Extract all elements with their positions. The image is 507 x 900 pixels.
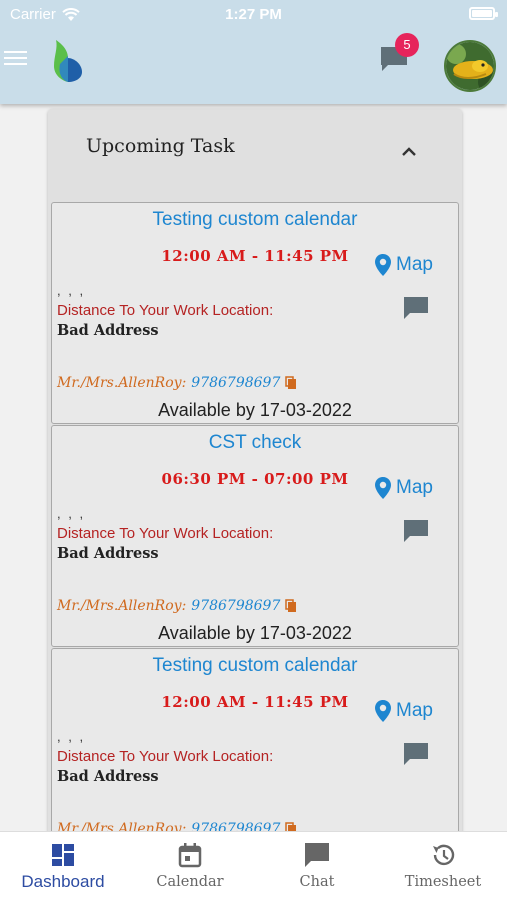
location-pin-icon [375, 700, 391, 722]
task-card[interactable]: Testing custom calendar 12:00 AM - 11:45 … [51, 202, 459, 424]
task-title: Testing custom calendar [152, 655, 358, 676]
menu-button[interactable] [4, 46, 28, 70]
chat-bubble-icon[interactable] [402, 295, 430, 321]
task-card[interactable]: CST check 06:30 PM - 07:00 PM Map, , , Dist… [51, 425, 459, 647]
work-address: Bad Address [57, 545, 159, 562]
nav-chat-label: Chat [299, 874, 335, 890]
contact-info: Mr./Mrs.AllenRoy: 9786798697 [57, 375, 297, 391]
map-link[interactable]: Map [374, 699, 433, 723]
availability-date: Available by 17-03-2022 [158, 623, 352, 643]
distance-label: Distance To Your Work Location: [57, 748, 274, 765]
task-title: Testing custom calendar [152, 209, 358, 230]
chevron-up-icon[interactable] [398, 141, 420, 163]
notification-badge: 5 [395, 33, 419, 57]
distance-label: Distance To Your Work Location: [57, 302, 274, 319]
nav-timesheet[interactable]: Timesheet [380, 832, 506, 900]
map-label: Map [396, 477, 433, 498]
status-time: 1:27 PM [225, 6, 282, 23]
upcoming-task-panel: Upcoming Task Testing custom calendar 12:… [48, 109, 462, 849]
location-pin-icon [375, 254, 391, 276]
address-placeholder: , , , [57, 729, 86, 744]
panel-title: Upcoming Task [86, 135, 235, 157]
copy-icon[interactable] [285, 599, 297, 613]
chat-bubble-icon[interactable] [402, 518, 430, 544]
calendar-icon [178, 843, 202, 868]
contact-phone[interactable]: 9786798697 [191, 598, 280, 614]
address-placeholder: , , , [57, 283, 86, 298]
availability-date: Available by 17-03-2022 [158, 400, 352, 420]
contact-name: Mr./Mrs.AllenRoy: [57, 375, 187, 391]
address-placeholder: , , , [57, 506, 86, 521]
app-header: Carrier 1:27 PM 5 [0, 0, 507, 104]
map-link[interactable]: Map [374, 253, 433, 277]
map-label: Map [396, 700, 433, 721]
nav-timesheet-label: Timesheet [404, 874, 482, 890]
battery-icon [469, 7, 498, 20]
distance-label: Distance To Your Work Location: [57, 525, 274, 542]
work-address: Bad Address [57, 768, 159, 785]
map-label: Map [396, 254, 433, 275]
task-card[interactable]: Testing custom calendar 12:00 AM - 11:45 … [51, 648, 459, 849]
chat-bubble-icon[interactable] [402, 741, 430, 767]
nav-calendar[interactable]: Calendar [127, 832, 253, 900]
nav-chat[interactable]: Chat [254, 832, 380, 900]
nav-dashboard-label: Dashboard [21, 872, 105, 891]
location-pin-icon [375, 477, 391, 499]
bottom-navigation: Dashboard Calendar Chat Timesheet [0, 831, 507, 900]
dashboard-icon [52, 844, 74, 866]
history-clock-icon [433, 844, 455, 866]
nav-calendar-label: Calendar [156, 874, 224, 890]
map-link[interactable]: Map [374, 476, 433, 500]
avatar[interactable] [444, 40, 496, 92]
work-address: Bad Address [57, 322, 159, 339]
contact-info: Mr./Mrs.AllenRoy: 9786798697 [57, 598, 297, 614]
nav-dashboard[interactable]: Dashboard [0, 832, 126, 900]
contact-phone[interactable]: 9786798697 [191, 375, 280, 391]
chat-icon [305, 843, 329, 867]
contact-name: Mr./Mrs.AllenRoy: [57, 598, 187, 614]
status-bar: Carrier 1:27 PM [0, 0, 507, 28]
app-logo [54, 40, 82, 82]
task-title: CST check [208, 432, 302, 453]
panel-header[interactable]: Upcoming Task [48, 109, 462, 201]
copy-icon[interactable] [285, 376, 297, 390]
